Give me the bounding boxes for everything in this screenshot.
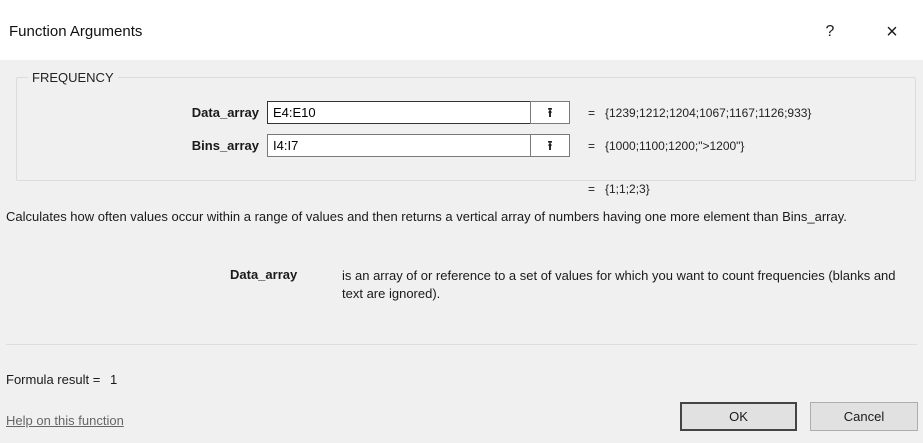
collapse-dialog-button-data-array[interactable]: ⭱ xyxy=(530,101,570,124)
help-button[interactable]: ? xyxy=(815,18,845,46)
arrow-up-icon: ⭱ xyxy=(547,105,553,120)
formula-result-value: 1 xyxy=(110,372,118,387)
result-preview-equals: = xyxy=(588,182,596,196)
bins-array-label: Bins_array xyxy=(191,138,259,153)
dialog-title: Function Arguments xyxy=(9,23,143,40)
data-array-equals: = xyxy=(588,106,596,120)
bins-array-equals: = xyxy=(588,139,596,153)
bins-array-evaluated: {1000;1100;1200;">1200"} xyxy=(605,139,745,153)
bins-array-input[interactable] xyxy=(267,134,531,157)
param-help-text: is an array of or reference to a set of … xyxy=(342,268,896,301)
function-description: Calculates how often values occur within… xyxy=(6,209,847,224)
param-help-name: Data_array xyxy=(230,267,298,282)
arguments-group xyxy=(16,77,916,181)
divider xyxy=(6,344,917,345)
function-name-label: FREQUENCY xyxy=(28,70,118,85)
cancel-button[interactable]: Cancel xyxy=(810,402,918,431)
formula-result-label: Formula result = xyxy=(6,372,101,387)
title-bar: Function Arguments ? × xyxy=(0,0,923,60)
help-on-function-link[interactable]: Help on this function xyxy=(6,413,124,428)
data-array-label: Data_array xyxy=(191,105,259,120)
close-button[interactable]: × xyxy=(872,18,912,46)
ok-button[interactable]: OK xyxy=(680,402,797,431)
function-arguments-dialog: Function Arguments ? × FREQUENCY Data_ar… xyxy=(0,0,923,443)
data-array-evaluated: {1239;1212;1204;1067;1167;1126;933} xyxy=(605,106,812,120)
collapse-dialog-button-bins-array[interactable]: ⭱ xyxy=(530,134,570,157)
arrow-up-icon: ⭱ xyxy=(547,138,553,153)
result-preview-value: {1;1;2;3} xyxy=(605,182,650,196)
data-array-input[interactable] xyxy=(267,101,531,124)
